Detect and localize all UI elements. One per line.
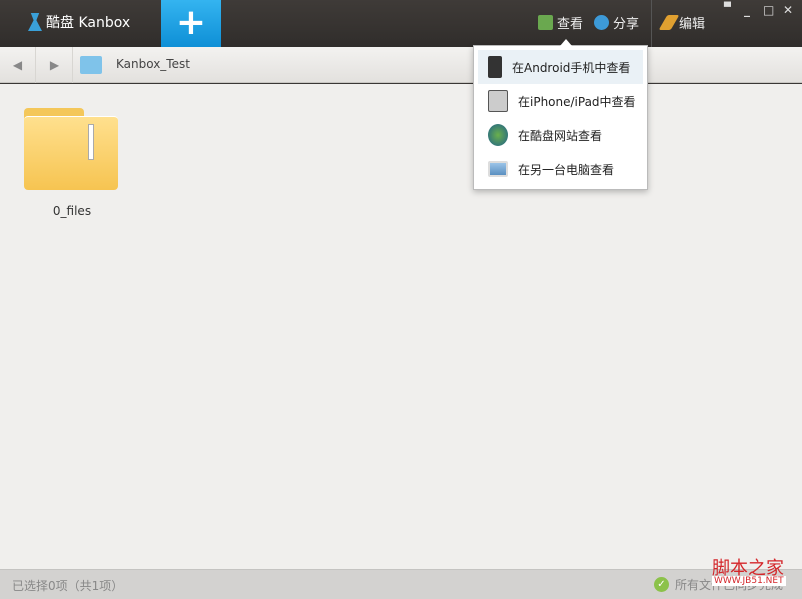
view-icon	[538, 15, 553, 30]
title-bar: 酷盘 Kanbox + 查看 分享 编辑 ▀ _ □ ✕	[0, 0, 802, 47]
add-button[interactable]: +	[161, 0, 221, 47]
breadcrumb[interactable]: Kanbox_Test	[116, 57, 190, 71]
globe-icon	[488, 124, 508, 146]
back-button[interactable]: ◀	[0, 47, 36, 83]
check-icon: ✓	[654, 577, 669, 592]
menu-item-label: 在另一台电脑查看	[518, 161, 614, 178]
monitor-icon	[488, 161, 508, 177]
android-phone-icon	[488, 56, 502, 78]
view-dropdown-menu: 在Android手机中查看 在iPhone/iPad中查看 在酷盘网站查看 在另…	[473, 45, 648, 190]
edit-button[interactable]: 编辑	[663, 13, 705, 32]
share-icon	[594, 15, 609, 30]
selection-status: 已选择0项（共1项）	[12, 577, 123, 594]
minimize-button[interactable]: _	[744, 3, 750, 17]
app-title: 酷盘 Kanbox	[46, 12, 130, 32]
menu-item-label: 在Android手机中查看	[512, 59, 630, 76]
root-folder-icon[interactable]	[80, 56, 102, 74]
menu-item-iphone-ipad[interactable]: 在iPhone/iPad中查看	[478, 84, 643, 118]
feedback-icon[interactable]: ▀	[724, 3, 731, 13]
navigation-bar: ◀ ▶ Kanbox_Test	[0, 47, 802, 83]
menu-item-label: 在iPhone/iPad中查看	[518, 93, 636, 110]
view-button[interactable]: 查看	[538, 13, 583, 32]
menu-item-label: 在酷盘网站查看	[518, 127, 602, 144]
view-label: 查看	[557, 13, 583, 32]
forward-button[interactable]: ▶	[37, 47, 73, 83]
file-area: 0_files	[0, 84, 802, 569]
status-bar: 已选择0项（共1项） ✓所有文件已同步完成	[0, 569, 802, 599]
pencil-icon	[659, 15, 680, 30]
share-button[interactable]: 分享	[594, 13, 639, 32]
maximize-button[interactable]: □	[763, 3, 774, 17]
share-label: 分享	[613, 13, 639, 32]
menu-item-other-computer[interactable]: 在另一台电脑查看	[478, 152, 643, 186]
menu-item-website[interactable]: 在酷盘网站查看	[478, 118, 643, 152]
folder-icon[interactable]	[24, 108, 118, 190]
file-name[interactable]: 0_files	[30, 204, 114, 218]
app-logo: 酷盘 Kanbox	[28, 12, 130, 32]
iphone-ipad-icon	[488, 90, 508, 112]
watermark-url: WWW.JB51.NET	[712, 576, 786, 586]
kanbox-logo-icon	[28, 13, 42, 31]
menu-item-android[interactable]: 在Android手机中查看	[478, 50, 643, 84]
edit-label: 编辑	[679, 13, 705, 32]
close-button[interactable]: ✕	[783, 3, 793, 17]
toolbar-divider	[651, 0, 652, 47]
